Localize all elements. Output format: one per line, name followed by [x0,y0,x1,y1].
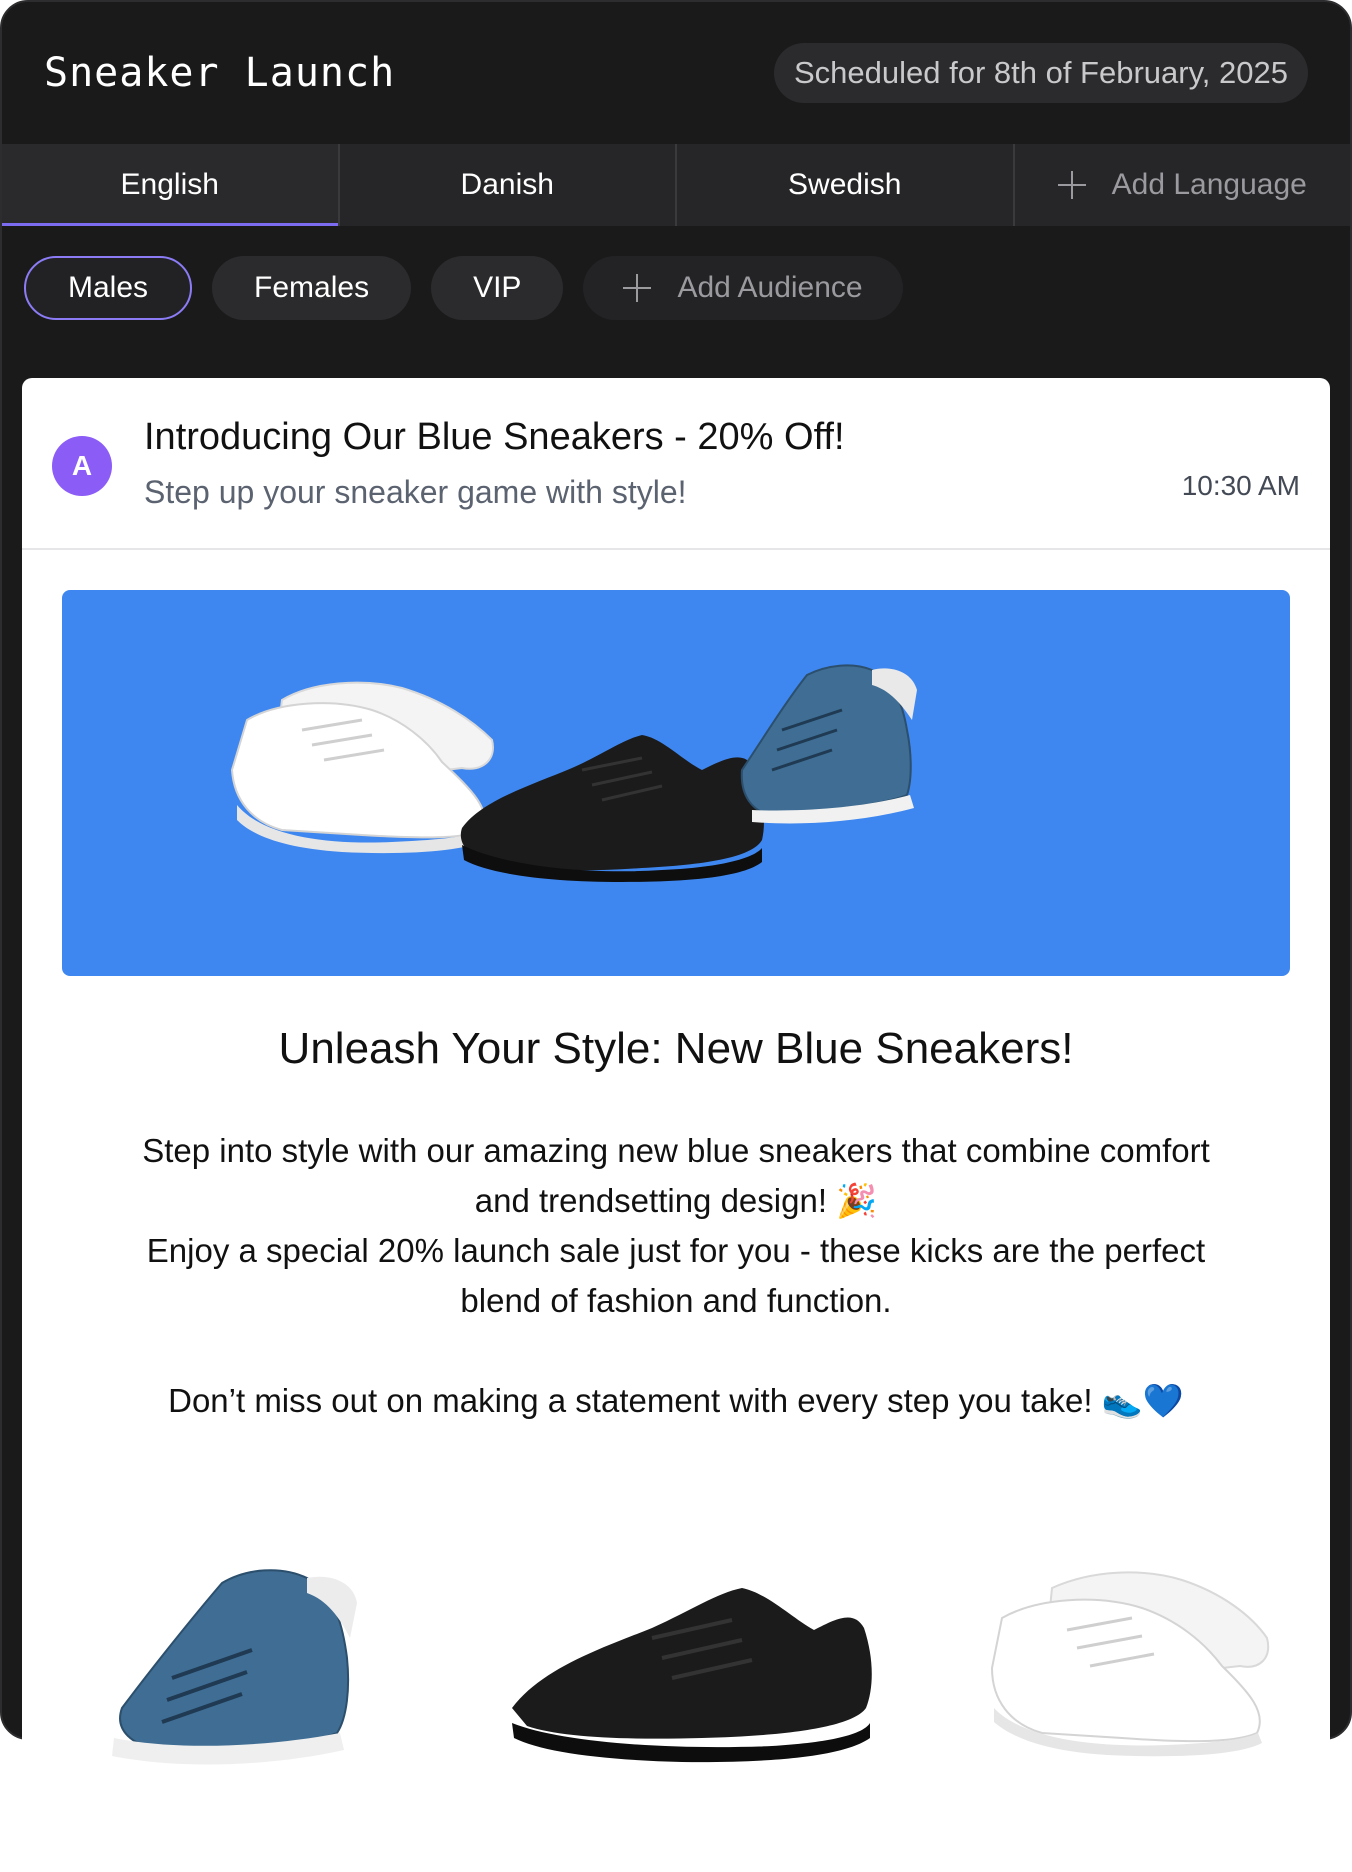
black-sneaker-icon [460,735,764,882]
language-tabs: English Danish Swedish Add Language [2,144,1350,226]
blue-sneaker-icon [740,664,917,824]
sender-avatar: A [52,436,112,496]
campaign-title: Sneaker Launch [44,50,396,96]
tab-danish[interactable]: Danish [340,144,677,226]
plus-icon [623,274,652,302]
white-sneaker-icon [230,681,494,854]
email-header: A Introducing Our Blue Sneakers - 20% Of… [22,378,1330,550]
audience-males[interactable]: Males [24,256,193,320]
add-audience-label: Add Audience [677,271,863,304]
body-line: blend of fashion and function. [460,1282,892,1319]
black-sneaker-product-image[interactable] [502,1538,882,1768]
email-time: 10:30 AM [1181,470,1300,501]
add-language-button[interactable]: Add Language [1015,144,1351,226]
email-headline: Unleash Your Style: New Blue Sneakers! [278,1024,1074,1073]
blue-hightop-product-image[interactable] [92,1538,372,1788]
add-audience-button[interactable]: Add Audience [583,256,903,320]
body-line: and trendsetting design! 🎉 [474,1182,878,1219]
audience-females[interactable]: Females [212,256,412,320]
sneakers-hero-illustration [230,664,917,882]
hero-image [62,590,1290,976]
product-gallery [22,1538,1330,1838]
add-language-label: Add Language [1111,168,1307,201]
audience-vip[interactable]: VIP [431,256,564,320]
body-line: Enjoy a special 20% launch sale just for… [146,1232,1206,1269]
email-preheader: Step up your sneaker game with style! [144,474,687,510]
email-subject: Introducing Our Blue Sneakers - 20% Off! [144,416,845,458]
white-sneaker-product-image[interactable] [982,1538,1282,1758]
tab-english[interactable]: English [2,144,340,226]
app-header: Sneaker Launch Scheduled for 8th of Febr… [2,2,1350,144]
audience-selector: Males Females VIP Add Audience [24,256,903,320]
body-line: Step into style with our amazing new blu… [142,1132,1210,1169]
email-body: Step into style with our amazing new blu… [62,1126,1290,1426]
email-preview: A Introducing Our Blue Sneakers - 20% Of… [22,378,1330,1872]
schedule-badge[interactable]: Scheduled for 8th of February, 2025 [773,43,1308,103]
plus-icon [1057,171,1086,199]
body-line: Don’t miss out on making a statement wit… [168,1382,1184,1419]
tab-swedish[interactable]: Swedish [677,144,1015,226]
